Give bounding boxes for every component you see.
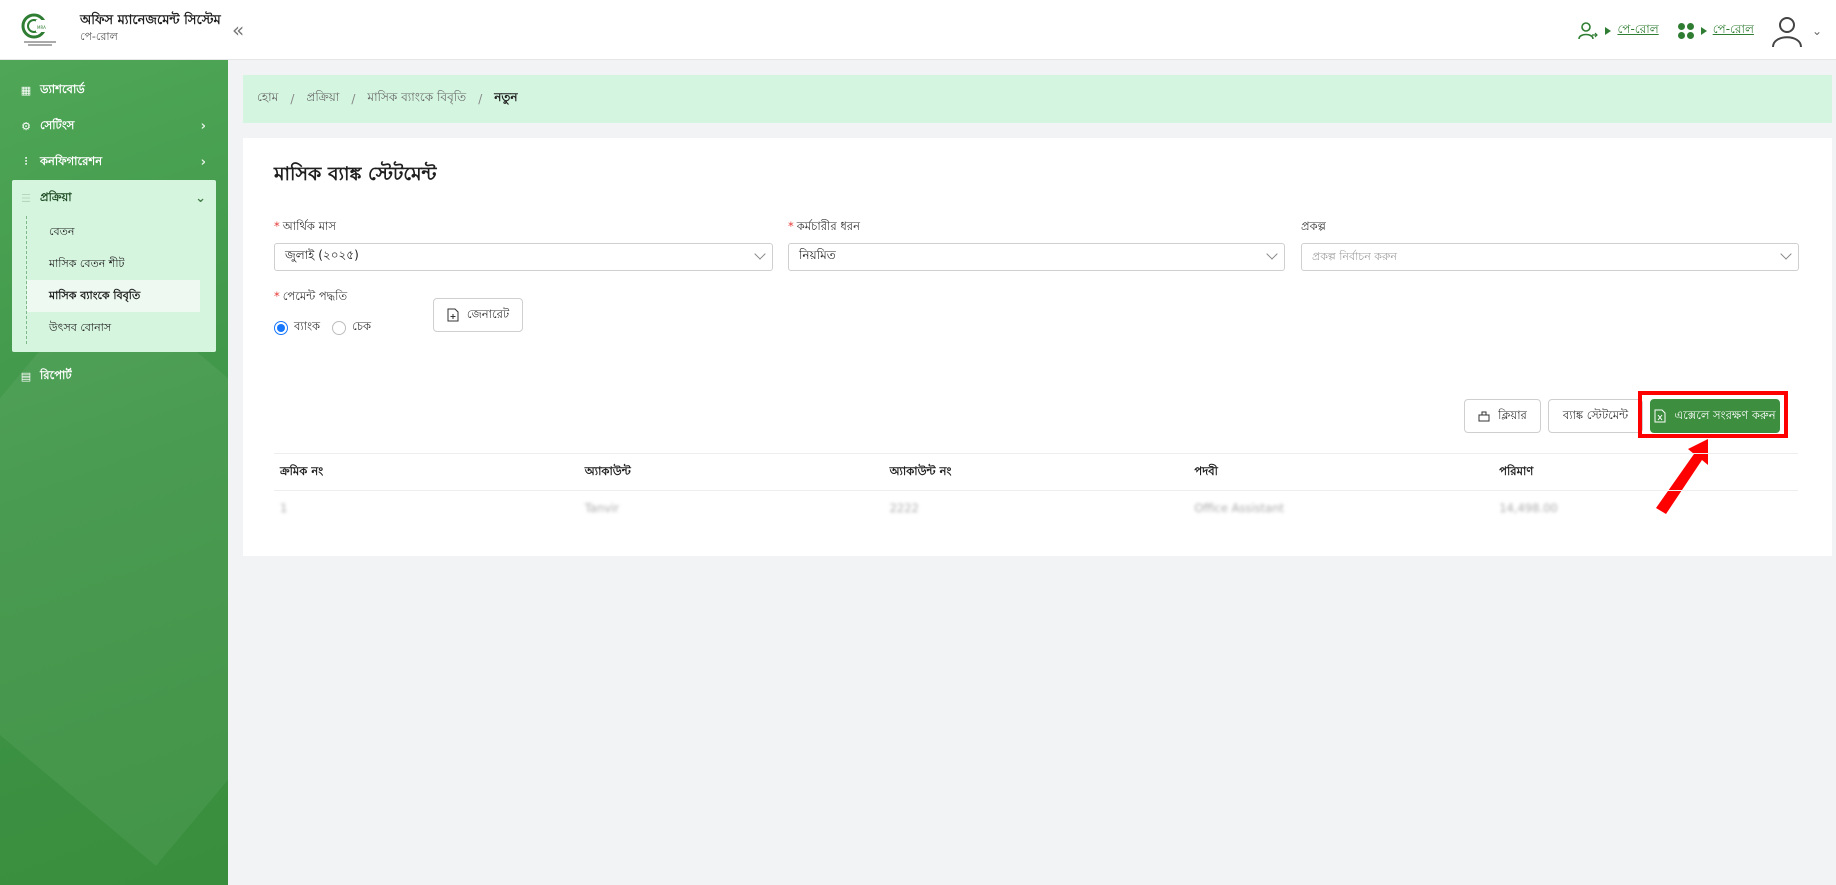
app-title: অফিস ম্যানেজমেন্ট সিস্টেম: [80, 13, 221, 28]
column-header-designation: পদবী: [1194, 463, 1218, 478]
generate-button-label: জেনারেট: [466, 306, 510, 321]
dashboard-icon: ▦: [20, 83, 32, 97]
fiscal-month-select[interactable]: জুলাই (২০২৫): [274, 243, 773, 271]
generate-button[interactable]: জেনারেট: [433, 298, 523, 332]
required-marker: *: [274, 219, 280, 233]
clear-icon: [1478, 411, 1490, 422]
employee-type-label: * কর্মচারীর ধরন: [788, 218, 860, 237]
user-avatar-icon[interactable]: [1770, 14, 1804, 48]
app-subtitle: পে-রোল: [80, 30, 118, 43]
table-cell: 14,498.00: [1499, 501, 1558, 515]
top-header: MRA অফিস ম্যানেজমেন্ট সিস্টেম পে-রোল « প…: [0, 0, 1836, 60]
annotation-highlight-box: [1638, 391, 1788, 438]
radio-cheque-label[interactable]: চেক: [352, 318, 371, 337]
chevron-down-icon[interactable]: ⌄: [1812, 24, 1822, 38]
payroll-link-1[interactable]: পে-রোল: [1577, 20, 1659, 42]
bank-statement-button[interactable]: ব্যাঙ্ক স্টেটমেন্ট: [1548, 399, 1643, 433]
settings-icon: ⚙: [21, 119, 31, 133]
sidebar-item-report[interactable]: ▤ রিপোর্ট: [0, 358, 228, 394]
payment-method-label: * পেমেন্ট পদ্ধতি: [274, 288, 347, 307]
required-marker: *: [274, 289, 280, 303]
page-title: মাসিক ব্যাঙ্ক স্টেটমেন্ট: [274, 163, 437, 185]
sidebar-item-label: কনফিগারেশন: [40, 153, 103, 168]
caret-right-icon: [1605, 27, 1612, 35]
payroll-link-2-label: পে-রোল: [1712, 22, 1754, 36]
sidebar-item-process[interactable]: ☰ প্রক্রিয়া ⌄: [12, 180, 216, 216]
chevron-down-icon: [1266, 248, 1278, 260]
sidebar-subitem-monthly-bank-statement[interactable]: মাসিক ব্যাংকে বিবৃতি: [27, 280, 200, 312]
employee-type-value: নিয়মিত: [799, 248, 836, 262]
table-row: 1 Tanvir 2222 Office Assistant 14,498.00: [274, 491, 1798, 525]
sidebar-group-process: ☰ প্রক্রিয়া ⌄ বেতন মাসিক বেতন শীট মাসিক…: [12, 180, 216, 352]
clear-button-label: ক্লিয়ার: [1498, 407, 1527, 422]
column-header-amount: পরিমাণ: [1499, 463, 1534, 478]
project-placeholder: প্রকল্প নির্বাচন করুন: [1312, 249, 1397, 263]
payroll-link-2[interactable]: পে-রোল: [1677, 21, 1754, 41]
fiscal-month-value: জুলাই (২০২৫): [285, 248, 359, 262]
breadcrumb-separator: /: [478, 92, 483, 106]
table-cell: Office Assistant: [1194, 501, 1285, 515]
payment-method-label-text: পেমেন্ট পদ্ধতি: [282, 289, 348, 303]
radio-cheque[interactable]: [332, 320, 347, 335]
process-icon: ☰: [21, 191, 31, 205]
sidebar-subitem-salary[interactable]: বেতন: [27, 216, 200, 248]
breadcrumb-separator: /: [290, 92, 295, 106]
table-cell: Tanvir: [584, 501, 619, 515]
column-header-account: অ্যাকাউন্ট: [584, 463, 631, 478]
sliders-icon: ⫶: [24, 155, 28, 168]
breadcrumb-separator: /: [351, 92, 356, 106]
project-select[interactable]: প্রকল্প নির্বাচন করুন: [1301, 243, 1799, 271]
sidebar-subitem-monthly-salary-sheet[interactable]: মাসিক বেতন শীট: [27, 248, 200, 280]
breadcrumb-current: নতুন: [494, 90, 518, 104]
payroll-link-1-label: পে-রোল: [1617, 22, 1659, 36]
required-marker: *: [788, 219, 794, 233]
chevron-down-icon: ⌄: [195, 190, 206, 206]
svg-text:MRA: MRA: [37, 25, 46, 30]
data-table: ক্রমিক নং অ্যাকাউন্ট অ্যাকাউন্ট নং পদবী …: [274, 453, 1798, 525]
employee-type-label-text: কর্মচারীর ধরন: [796, 219, 860, 233]
chevron-down-icon: [1780, 248, 1792, 260]
header-right: পে-রোল পে-রোল ⌄: [1567, 14, 1822, 48]
sidebar-item-label: ড্যাশবোর্ড: [40, 81, 85, 96]
breadcrumb: হোম / প্রক্রিয়া / মাসিক ব্যাংকে বিবৃতি …: [243, 75, 1832, 123]
sidebar-item-label: রিপোর্ট: [40, 367, 72, 382]
sidebar-item-configuration[interactable]: ⫶ কনফিগারেশন ›: [0, 144, 228, 180]
sidebar-subitem-festival-bonus[interactable]: উৎসব বোনাস: [27, 312, 200, 344]
chevron-right-icon: ›: [200, 154, 206, 170]
main-card: মাসিক ব্যাঙ্ক স্টেটমেন্ট * আর্থিক মাস জুল…: [243, 138, 1832, 556]
sidebar-item-label: প্রক্রিয়া: [40, 189, 72, 204]
breadcrumb-monthly-bank-statement[interactable]: মাসিক ব্যাংকে বিবৃতি: [367, 89, 466, 109]
apps-grid-icon: [1677, 23, 1694, 39]
file-add-icon: [447, 308, 459, 322]
user-switch-icon: [1578, 22, 1599, 40]
sidebar-item-dashboard[interactable]: ▦ ড্যাশবোর্ড: [0, 72, 228, 108]
fiscal-month-label: * আর্থিক মাস: [274, 218, 336, 237]
fiscal-month-label-text: আর্থিক মাস: [282, 219, 336, 233]
bank-statement-button-label: ব্যাঙ্ক স্টেটমেন্ট: [1562, 407, 1629, 422]
radio-bank[interactable]: [274, 320, 288, 335]
sidebar-item-label: সেটিংস: [40, 117, 75, 132]
column-header-account-number: অ্যাকাউন্ট নং: [889, 463, 952, 478]
collapse-sidebar-button[interactable]: «: [232, 18, 244, 42]
employee-type-select[interactable]: নিয়মিত: [788, 243, 1285, 271]
table-cell: 2222: [889, 501, 919, 515]
breadcrumb-home[interactable]: হোম: [257, 89, 278, 109]
chevron-right-icon: ›: [200, 118, 206, 134]
chevron-down-icon: [754, 248, 766, 260]
brand: অফিস ম্যানেজমেন্ট সিস্টেম পে-রোল: [80, 12, 221, 44]
sidebar-submenu: বেতন মাসিক বেতন শীট মাসিক ব্যাংকে বিবৃতি…: [26, 216, 216, 344]
project-label: প্রকল্প: [1301, 219, 1326, 233]
radio-bank-label[interactable]: ব্যাংক: [294, 318, 320, 337]
sidebar-item-settings[interactable]: ⚙ সেটিংস ›: [0, 108, 228, 144]
table-cell: 1: [280, 501, 288, 515]
logo: MRA: [21, 13, 56, 46]
breadcrumb-process[interactable]: প্রক্রিয়া: [306, 89, 339, 109]
column-header-serial: ক্রমিক নং: [280, 463, 324, 478]
report-icon: ▤: [20, 369, 32, 383]
sidebar: ▦ ড্যাশবোর্ড ⚙ সেটিংস › ⫶ কনফিগারেশন › ☰…: [0, 60, 228, 885]
payment-method-radio-group: ব্যাংক চেক: [274, 318, 383, 337]
caret-right-icon: [1700, 27, 1707, 35]
clear-button[interactable]: ক্লিয়ার: [1464, 399, 1541, 433]
table-header: ক্রমিক নং অ্যাকাউন্ট অ্যাকাউন্ট নং পদবী …: [274, 453, 1798, 491]
